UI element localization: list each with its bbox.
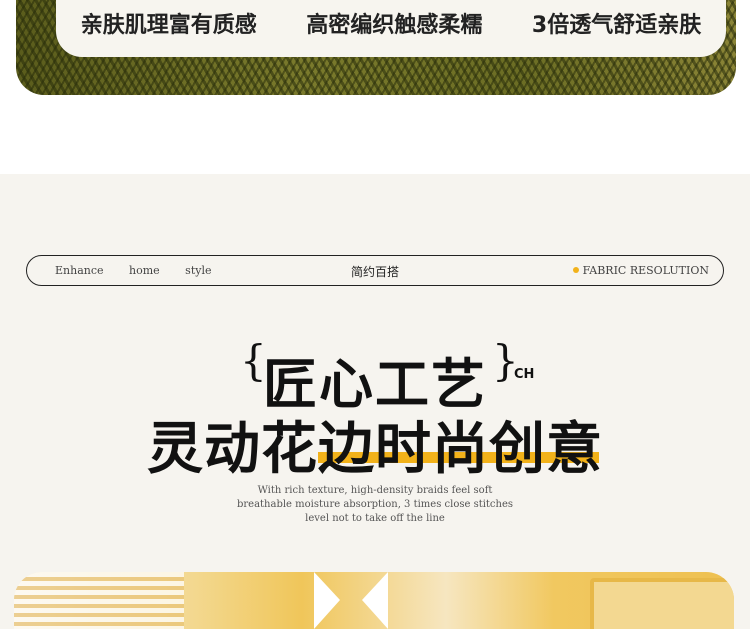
dot-icon — [572, 267, 579, 273]
info-bar-right-label: FABRIC RESOLUTION — [582, 264, 709, 277]
hexagon-cutout — [362, 572, 388, 629]
headline-line2: 灵动花边时尚创意 — [147, 417, 603, 482]
fabric-texture-image: 亲肤肌理富有质感 高密编织触感柔糯 3倍透气舒适亲肤 — [16, 0, 736, 95]
window-blinds — [14, 572, 184, 629]
description-line: breathable moisture absorption, 3 times … — [236, 499, 514, 510]
info-bar: Enhance home style 简约百搭 FABRIC RESOLUTIO… — [26, 255, 724, 286]
feature-breathable: 3倍透气舒适亲肤 — [531, 12, 702, 38]
headline-tag: CH — [514, 367, 535, 382]
feature-pill: 亲肤肌理富有质感 高密编织触感柔糯 3倍透气舒适亲肤 — [56, 0, 726, 57]
hexagon-cutout — [314, 572, 340, 629]
description-line: level not to take off the line — [305, 513, 445, 524]
picture-frame — [590, 578, 734, 629]
craft-section: Enhance home style 简约百搭 FABRIC RESOLUTIO… — [0, 174, 750, 629]
feature-skin-texture: 亲肤肌理富有质感 — [80, 12, 257, 38]
feature-high-density: 高密编织触感柔糯 — [306, 12, 483, 38]
bottom-banner-image — [14, 572, 734, 629]
info-bar-right: FABRIC RESOLUTION — [572, 264, 709, 277]
description-line: With rich texture, high-density braids f… — [257, 485, 493, 496]
description: With rich texture, high-density braids f… — [0, 484, 750, 526]
